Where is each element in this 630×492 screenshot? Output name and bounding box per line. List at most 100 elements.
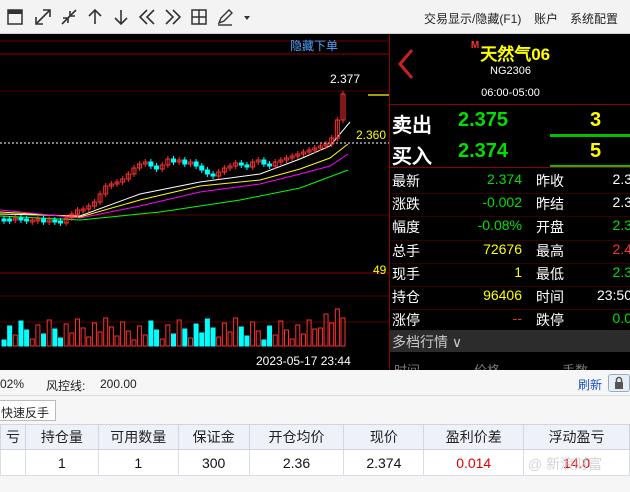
volume-bar — [289, 338, 295, 347]
volume-bar — [114, 335, 120, 347]
candle — [171, 158, 176, 163]
volume-bar — [204, 318, 210, 347]
menu-trade-toggle[interactable]: 交易显示/隐藏(F1) — [424, 10, 521, 27]
quick-reverse-button[interactable]: 快速反手 — [0, 400, 56, 421]
volume-bar — [86, 336, 92, 347]
stat-label: 现手 — [392, 265, 420, 282]
volume-bar — [148, 320, 154, 347]
volume-bar — [193, 323, 199, 347]
volume-bar — [142, 334, 148, 347]
stat-value: 96406 — [483, 287, 522, 303]
moving-averages — [0, 121, 351, 221]
volume-bar — [323, 313, 329, 347]
volume-bar — [108, 326, 114, 347]
col-header: 亏 — [0, 424, 26, 450]
bid-label: 买入 — [392, 146, 432, 168]
risk-line-value: 200.00 — [100, 377, 137, 391]
volume-bar — [91, 322, 97, 347]
kline-chart[interactable]: 隐藏下单 2.377 2.360 49 2023-05-17 23:44 — [0, 34, 389, 370]
stat-value: 2.374 — [486, 171, 522, 187]
table-cell: 300 — [177, 449, 250, 476]
double-right-icon[interactable] — [162, 6, 184, 28]
divider — [390, 167, 630, 168]
high-price-label: 2.377 — [330, 72, 361, 86]
ma-line — [0, 169, 349, 221]
ask-price[interactable]: 2.375 — [458, 109, 508, 132]
candle — [1, 218, 7, 222]
cursor-time-label: 2023-05-17 23:44 — [256, 354, 351, 368]
volume-bar — [255, 330, 261, 347]
volume-bar — [261, 339, 267, 347]
risk-bar: 02% 风控线: 200.00 刷新 — [0, 370, 630, 396]
ask-depth-bar — [550, 134, 630, 137]
candle — [238, 162, 244, 166]
volume-bar — [300, 333, 306, 347]
arrow-up-icon[interactable] — [84, 6, 106, 28]
dropdown-icon[interactable] — [236, 6, 250, 28]
volume-bar — [12, 334, 18, 347]
stat-label: 最高 — [536, 242, 564, 259]
volume-bar — [267, 325, 273, 347]
volume-bar — [165, 324, 171, 347]
stat-value: 2.3 — [612, 171, 630, 187]
volume-bar — [221, 322, 227, 347]
expand-icon[interactable] — [32, 6, 54, 28]
candle — [199, 165, 205, 171]
collapse-icon[interactable] — [58, 6, 80, 28]
stat-label: 时间 — [536, 289, 564, 305]
volume-bar — [329, 322, 335, 347]
stat-label: 持仓 — [392, 289, 420, 305]
lock-icon[interactable] — [608, 374, 630, 392]
table-cell: 1 — [24, 449, 99, 476]
candle — [24, 218, 30, 222]
volume-bar — [125, 330, 131, 347]
volume-bar — [216, 336, 222, 347]
hide-orders-link[interactable]: 隐藏下单 — [290, 37, 338, 54]
volume-bar — [306, 319, 312, 347]
bid-price[interactable]: 2.374 — [458, 140, 508, 163]
stat-label: 最低 — [536, 265, 564, 282]
volume-bar — [187, 337, 193, 347]
volume-bar — [137, 325, 143, 347]
volume-bar — [120, 321, 126, 347]
candle — [18, 217, 24, 221]
volume-axis-label: 49 — [373, 263, 387, 277]
col-header: 开仓均价 — [248, 424, 345, 450]
stat-label: 最新 — [392, 173, 420, 189]
candle — [182, 159, 188, 165]
trade-panel: 02% 风控线: 200.00 刷新 快速反手 亏 持仓量 可用数量 保证金 开… — [0, 370, 630, 492]
trading-hours: 06:00-05:00 — [481, 87, 540, 99]
stat-value: -0.002 — [482, 194, 522, 211]
stat-value: 72676 — [483, 240, 522, 257]
depth-header[interactable]: 多档行情 ∨ — [390, 330, 630, 352]
stat-label: 涨跌 — [392, 196, 420, 213]
stat-value: 2.3 — [612, 217, 630, 234]
table-cell: 1 — [97, 449, 179, 476]
stat-label: 幅度 — [392, 219, 420, 236]
pen-icon[interactable] — [214, 6, 236, 28]
volume-bar — [7, 325, 13, 347]
table-cell: 2.374 — [343, 449, 425, 476]
candlesticks — [1, 91, 346, 226]
volume-bars — [1, 308, 346, 347]
stat-value: 23:50 — [596, 287, 630, 303]
risk-ratio: 02% — [0, 377, 25, 391]
menu-system-config[interactable]: 系统配置 — [570, 10, 618, 27]
volume-bar — [317, 327, 323, 347]
depth-col-qty: 手数 — [562, 360, 588, 370]
col-header: 保证金 — [177, 424, 250, 450]
candle — [148, 161, 154, 167]
double-left-icon[interactable] — [136, 6, 158, 28]
fullscreen-icon[interactable] — [4, 6, 26, 28]
menu-account[interactable]: 账户 — [534, 10, 558, 27]
candle — [52, 219, 58, 223]
volume-bar — [97, 331, 103, 347]
volume-bar — [154, 329, 160, 347]
volume-bar — [182, 328, 188, 347]
stat-value: 2.3 — [612, 194, 630, 211]
arrow-down-icon[interactable] — [110, 6, 132, 28]
layout-grid-icon[interactable] — [188, 6, 210, 28]
stat-label: 跌停 — [536, 312, 564, 329]
table-cell — [0, 449, 26, 476]
refresh-link[interactable]: 刷新 — [578, 376, 602, 393]
